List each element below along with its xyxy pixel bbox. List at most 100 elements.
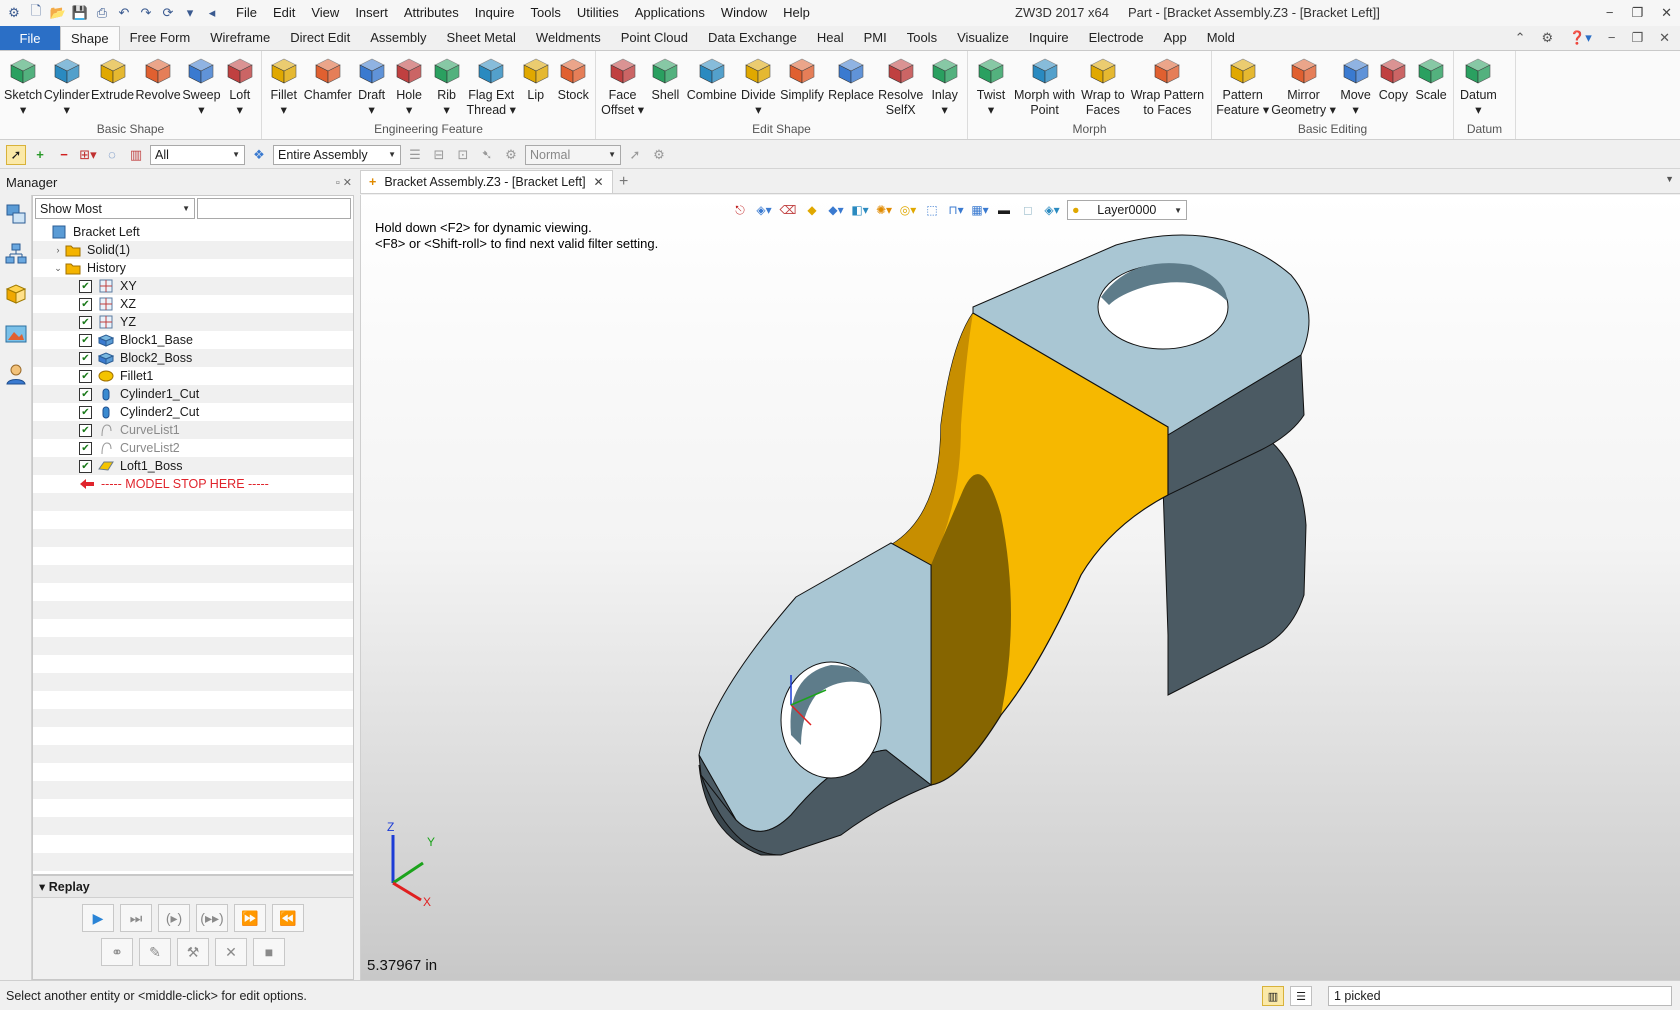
menu-utilities[interactable]: Utilities bbox=[569, 0, 627, 26]
assembly-scope-icon[interactable]: ❖ bbox=[249, 145, 269, 165]
eraser-icon[interactable]: ⌫ bbox=[779, 201, 797, 219]
tree-item-block2-boss[interactable]: ✔ Block2_Boss bbox=[33, 349, 353, 367]
tree-item-model-stop-here[interactable]: ----- MODEL STOP HERE ----- bbox=[33, 475, 353, 493]
tab-list-dropdown-icon[interactable]: ▼ bbox=[1665, 174, 1674, 184]
tree-item-solid-1[interactable]: › Solid(1) bbox=[33, 241, 353, 259]
tree-item-xz[interactable]: ✔ XZ bbox=[33, 295, 353, 313]
tree-item-curvelist2[interactable]: ✔ CurveList2 bbox=[33, 439, 353, 457]
bracket-model[interactable] bbox=[361, 195, 1680, 980]
status-layout-icon[interactable]: ▥ bbox=[1262, 986, 1284, 1006]
play-button[interactable]: ▶ bbox=[82, 904, 114, 932]
tree-item-fillet1[interactable]: ✔ Fillet1 bbox=[33, 367, 353, 385]
step-into-button[interactable]: (▸) bbox=[158, 904, 190, 932]
tree-item-bracket-left[interactable]: Bracket Left bbox=[33, 223, 353, 241]
regen-icon[interactable]: ⟳ bbox=[158, 3, 178, 23]
view-fit-icon[interactable]: ◎▾ bbox=[899, 201, 917, 219]
settings-gear-icon[interactable]: ⚙ bbox=[1541, 26, 1553, 50]
visibility-checkbox[interactable]: ✔ bbox=[79, 369, 92, 383]
menu-applications[interactable]: Applications bbox=[627, 0, 713, 26]
redo-icon[interactable]: ↷ bbox=[136, 3, 156, 23]
mode-combo[interactable]: Normal ▼ bbox=[525, 144, 621, 165]
material-icon[interactable]: ◈▾ bbox=[1043, 201, 1061, 219]
tree-item-curvelist1[interactable]: ✔ CurveList1 bbox=[33, 421, 353, 439]
display-filter-icon[interactable]: ▦▾ bbox=[971, 201, 989, 219]
doc-restore-icon[interactable]: ❐ bbox=[1631, 26, 1643, 50]
show-most-combo[interactable]: Show Most ▼ bbox=[35, 198, 195, 219]
pick-pointer-icon[interactable]: ➷ bbox=[477, 145, 497, 165]
collapse-ribbon-icon[interactable]: ⌃ bbox=[1515, 26, 1526, 50]
menu-help[interactable]: Help bbox=[775, 0, 818, 26]
section-icon[interactable]: ⊓▾ bbox=[947, 201, 965, 219]
tab-data-exchange[interactable]: Data Exchange bbox=[698, 26, 807, 50]
tab-assembly[interactable]: Assembly bbox=[360, 26, 436, 50]
run-button[interactable]: ⚒ bbox=[177, 938, 209, 966]
tab-pmi[interactable]: PMI bbox=[854, 26, 897, 50]
visibility-checkbox[interactable]: ✔ bbox=[79, 459, 92, 473]
tab-shape[interactable]: Shape bbox=[60, 26, 120, 50]
help-icon[interactable]: ❓▾ bbox=[1569, 26, 1592, 50]
visibility-checkbox[interactable]: ✔ bbox=[79, 423, 92, 437]
menu-attributes[interactable]: Attributes bbox=[396, 0, 467, 26]
open-file-icon[interactable]: 📂 bbox=[48, 3, 68, 23]
menu-tools[interactable]: Tools bbox=[523, 0, 569, 26]
tab-electrode[interactable]: Electrode bbox=[1079, 26, 1154, 50]
fast-forward-button[interactable]: ⏩ bbox=[234, 904, 266, 932]
lasso-select-icon[interactable]: ◌ bbox=[102, 145, 122, 165]
visibility-checkbox[interactable]: ✔ bbox=[79, 387, 92, 401]
restore-button[interactable]: ❐ bbox=[1631, 0, 1643, 26]
tree-item-cylinder1-cut[interactable]: ✔ Cylinder1_Cut bbox=[33, 385, 353, 403]
expand-chevron-icon[interactable]: › bbox=[51, 245, 65, 255]
menu-insert[interactable]: Insert bbox=[347, 0, 396, 26]
menu-edit[interactable]: Edit bbox=[265, 0, 303, 26]
tree-item-yz[interactable]: ✔ YZ bbox=[33, 313, 353, 331]
exit-icon[interactable]: ⎋ bbox=[731, 201, 749, 219]
shading-icon[interactable]: ◧▾ bbox=[851, 201, 869, 219]
close-tab-button[interactable]: ✕ bbox=[594, 175, 604, 189]
tab-wireframe[interactable]: Wireframe bbox=[200, 26, 280, 50]
pick-filter-icon[interactable]: ⊟ bbox=[429, 145, 449, 165]
menu-view[interactable]: View bbox=[303, 0, 347, 26]
view-top-icon[interactable]: ◆ bbox=[803, 201, 821, 219]
save-icon[interactable]: 💾 bbox=[70, 3, 90, 23]
pick-options-icon[interactable]: ☰ bbox=[405, 145, 425, 165]
face-color-icon[interactable]: ◻ bbox=[1019, 201, 1037, 219]
tab-inquire[interactable]: Inquire bbox=[1019, 26, 1079, 50]
tree-item-cylinder2-cut[interactable]: ✔ Cylinder2_Cut bbox=[33, 403, 353, 421]
user-manager-icon[interactable] bbox=[3, 361, 29, 387]
remove-selection-icon[interactable]: − bbox=[54, 145, 74, 165]
status-list-icon[interactable]: ☰ bbox=[1290, 986, 1312, 1006]
replay-header[interactable]: ▾ Replay bbox=[33, 876, 353, 898]
step-over-button[interactable]: (▸▸) bbox=[196, 904, 228, 932]
tab-tools[interactable]: Tools bbox=[897, 26, 947, 50]
close-window-button[interactable]: ✕ bbox=[1661, 0, 1672, 26]
undo-icon[interactable]: ↶ bbox=[114, 3, 134, 23]
scope-combo[interactable]: Entire Assembly ▼ bbox=[273, 144, 401, 165]
assembly-manager-icon[interactable] bbox=[3, 241, 29, 267]
step-button[interactable]: ⏭ bbox=[120, 904, 152, 932]
new-file-icon[interactable]: 🗋 bbox=[26, 3, 46, 23]
app-logo-icon[interactable]: ⚙ bbox=[4, 3, 24, 23]
delete-button[interactable]: ✕ bbox=[215, 938, 247, 966]
menu-window[interactable]: Window bbox=[713, 0, 775, 26]
manager-search-input[interactable] bbox=[197, 198, 351, 219]
menu-inquire[interactable]: Inquire bbox=[467, 0, 523, 26]
layer-combo[interactable]: ● Layer0000 ▼ bbox=[1067, 200, 1187, 220]
doc-close-icon[interactable]: ✕ bbox=[1659, 26, 1670, 50]
back-icon[interactable]: ◂ bbox=[202, 3, 222, 23]
customize-dropdown-icon[interactable]: ▾ bbox=[180, 3, 200, 23]
tab-heal[interactable]: Heal bbox=[807, 26, 854, 50]
visibility-checkbox[interactable]: ✔ bbox=[79, 315, 92, 329]
tab-weldments[interactable]: Weldments bbox=[526, 26, 611, 50]
view-orient-icon[interactable]: ◈▾ bbox=[755, 201, 773, 219]
line-color-icon[interactable]: ▬ bbox=[995, 201, 1013, 219]
tab-point-cloud[interactable]: Point Cloud bbox=[611, 26, 698, 50]
tab-mold[interactable]: Mold bbox=[1197, 26, 1245, 50]
pick-settings-icon[interactable]: ⚙ bbox=[649, 145, 669, 165]
box-select-icon[interactable]: ⊞▾ bbox=[78, 145, 98, 165]
view-manager-icon[interactable] bbox=[3, 281, 29, 307]
tab-visualize[interactable]: Visualize bbox=[947, 26, 1019, 50]
pick-tolerance-icon[interactable]: ⊡ bbox=[453, 145, 473, 165]
select-pointer-icon[interactable]: ➚ bbox=[6, 144, 26, 165]
tree-item-xy[interactable]: ✔ XY bbox=[33, 277, 353, 295]
print-icon[interactable]: ⎙ bbox=[92, 3, 112, 23]
